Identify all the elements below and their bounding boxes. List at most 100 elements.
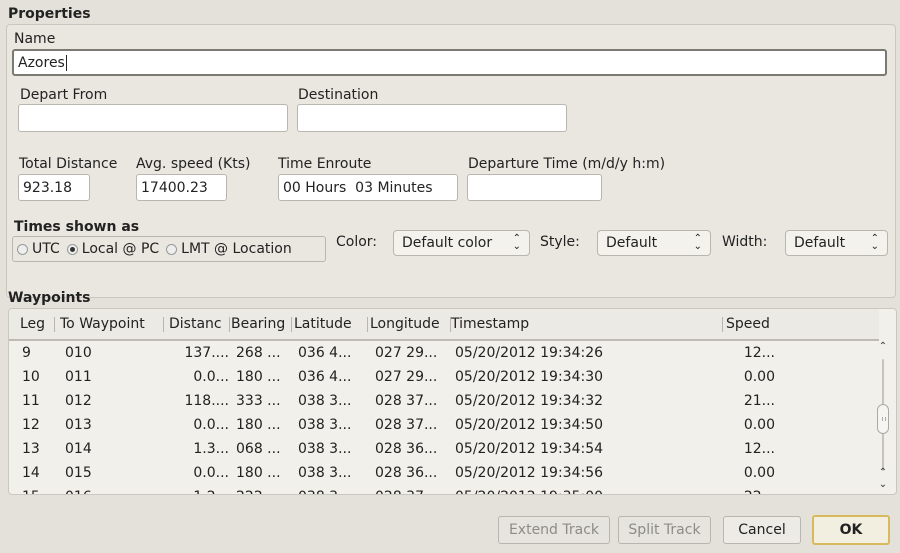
style-select[interactable]: Default ⌃ ⌄ <box>597 230 711 256</box>
table-row[interactable]: 11 012 118.... 333 ... 038 3... 028 37... 05/2… <box>9 389 879 413</box>
width-label: Width: <box>722 234 768 250</box>
table-cell: 12... <box>743 441 775 457</box>
table-row[interactable]: 12 013 0.0... 180 ... 038 3... 028 37... 05/20… <box>9 413 879 437</box>
col-header-distance[interactable]: Distanc <box>169 309 229 339</box>
cancel-button[interactable]: Cancel <box>723 516 801 544</box>
radio-local-pc-icon <box>66 243 78 255</box>
header-separator <box>291 317 292 332</box>
table-cell: 12 <box>22 417 40 433</box>
total-distance-field[interactable]: 923.18 <box>18 174 90 201</box>
col-header-speed[interactable]: Speed <box>726 309 806 339</box>
table-cell: 05/20/2012 19:34:30 <box>455 369 604 385</box>
table-cell: 011 <box>65 369 92 385</box>
table-cell: 0.0... <box>193 417 229 433</box>
destination-input[interactable] <box>297 104 567 132</box>
time-enroute-field[interactable]: 00 Hours 03 Minutes <box>278 174 458 201</box>
col-header-to-waypoint[interactable]: To Waypoint <box>60 309 165 339</box>
ok-button[interactable]: OK <box>812 515 890 545</box>
table-cell: 12... <box>743 345 775 361</box>
text-cursor <box>65 54 67 71</box>
table-cell: 013 <box>65 417 92 433</box>
departure-time-label: Departure Time (m/d/y h:m) <box>468 156 666 172</box>
col-header-leg[interactable]: Leg <box>20 309 58 339</box>
depart-from-input[interactable] <box>18 104 288 132</box>
table-row[interactable]: 15 016 1.2... 222 ... 038 3... 028 37... 05/20… <box>9 485 879 494</box>
avg-speed-field[interactable]: 17400.23 <box>136 174 227 201</box>
radio-local-pc[interactable]: Local @ PC <box>66 241 159 257</box>
radio-lmt-location-icon <box>166 243 178 255</box>
width-select[interactable]: Default ⌃ ⌄ <box>785 230 888 256</box>
table-cell: 268 ... <box>236 345 281 361</box>
col-header-longitude[interactable]: Longitude <box>370 309 452 339</box>
col-header-latitude[interactable]: Latitude <box>294 309 364 339</box>
header-separator <box>367 317 368 332</box>
table-cell: 15 <box>22 485 58 494</box>
radio-lmt-location[interactable]: LMT @ Location <box>166 241 292 257</box>
table-cell: 05/20/2012 19:34:56 <box>455 465 604 481</box>
table-cell: 036 4... <box>298 345 352 361</box>
table-cell: 11 <box>22 393 40 409</box>
table-cell: 14 <box>22 465 40 481</box>
table-cell: 028 37... <box>375 393 438 409</box>
table-cell: 21... <box>743 393 775 409</box>
chevron-up-icon[interactable]: ⌃ <box>876 341 890 352</box>
extend-track-button[interactable]: Extend Track <box>498 516 610 544</box>
table-row[interactable]: 10 011 0.0... 180 ... 036 4... 027 29... 05/20… <box>9 365 879 389</box>
table-cell: 038 3... <box>298 417 352 433</box>
table-cell: 010 <box>65 345 92 361</box>
chevron-updown-icon: ⌃ ⌄ <box>870 233 879 252</box>
chevron-updown-icon: ⌃ ⌄ <box>693 233 702 252</box>
depart-from-label: Depart From <box>20 87 108 103</box>
table-cell: 0.00 <box>743 465 775 481</box>
table-cell: 1.3... <box>193 441 229 457</box>
table-cell: 036 4... <box>298 369 352 385</box>
times-shown-radio-group: UTC Local @ PC LMT @ Location <box>12 236 326 262</box>
style-label: Style: <box>540 234 580 250</box>
chevron-down-icon[interactable]: ⌄ <box>876 479 890 490</box>
table-cell: 118.... <box>184 393 229 409</box>
chevron-updown-icon: ⌃ ⌄ <box>512 233 521 252</box>
table-cell: 9 <box>22 345 31 361</box>
table-header: Leg To Waypoint Distanc Bearing Latitude… <box>9 309 879 341</box>
table-row[interactable]: 9 010 137.... 268 ... 036 4... 027 29... 05/20… <box>9 341 879 365</box>
table-cell: 012 <box>65 393 92 409</box>
color-select[interactable]: Default color ⌃ ⌄ <box>393 230 530 256</box>
table-cell: 05/20/2012 19:34:54 <box>455 441 604 457</box>
table-cell: 05/20/2012 19:35:00 <box>455 485 655 494</box>
table-cell: 038 3... <box>298 485 368 494</box>
table-cell: 13 <box>22 441 40 457</box>
table-row[interactable]: 14 015 0.0... 180 ... 038 3... 028 36... 05/20… <box>9 461 879 485</box>
radio-utc[interactable]: UTC <box>17 241 60 257</box>
table-cell: 180 ... <box>236 465 281 481</box>
header-separator <box>54 317 55 332</box>
table-cell: 222 ... <box>236 485 291 494</box>
table-cell: 016 <box>65 485 155 494</box>
col-header-bearing[interactable]: Bearing <box>231 309 291 339</box>
table-cell: 05/20/2012 19:34:26 <box>455 345 604 361</box>
time-enroute-label: Time Enroute <box>278 156 372 172</box>
table-cell: 10 <box>22 369 40 385</box>
table-cell: 1.2... <box>171 485 229 494</box>
table-cell: 028 36... <box>375 465 438 481</box>
scrollbar-thumb[interactable] <box>877 404 889 434</box>
chevron-up-icon[interactable]: ⌃ <box>876 467 890 478</box>
table-cell: 0.0... <box>193 465 229 481</box>
vertical-scrollbar[interactable]: ⌃ ⌃ ⌄ <box>876 341 890 491</box>
table-cell: 028 37... <box>375 485 451 494</box>
table-cell: 027 29... <box>375 369 438 385</box>
table-cell: 027 29... <box>375 345 438 361</box>
table-cell: 038 3... <box>298 441 352 457</box>
waypoints-title: Waypoints <box>8 290 91 306</box>
table-row[interactable]: 13 014 1.3... 068 ... 038 3... 028 36... 05/20… <box>9 437 879 461</box>
table-cell: 0.0... <box>193 369 229 385</box>
table-cell: 014 <box>65 441 92 457</box>
col-header-timestamp[interactable]: Timestamp <box>451 309 651 339</box>
waypoints-table[interactable]: Leg To Waypoint Distanc Bearing Latitude… <box>8 308 897 495</box>
color-label: Color: <box>336 234 378 250</box>
table-cell: 038 3... <box>298 465 352 481</box>
split-track-button[interactable]: Split Track <box>618 516 711 544</box>
table-cell: 22... <box>723 485 775 494</box>
radio-utc-icon <box>17 243 28 255</box>
name-input[interactable]: Azores <box>12 49 887 76</box>
departure-time-input[interactable] <box>467 174 602 201</box>
